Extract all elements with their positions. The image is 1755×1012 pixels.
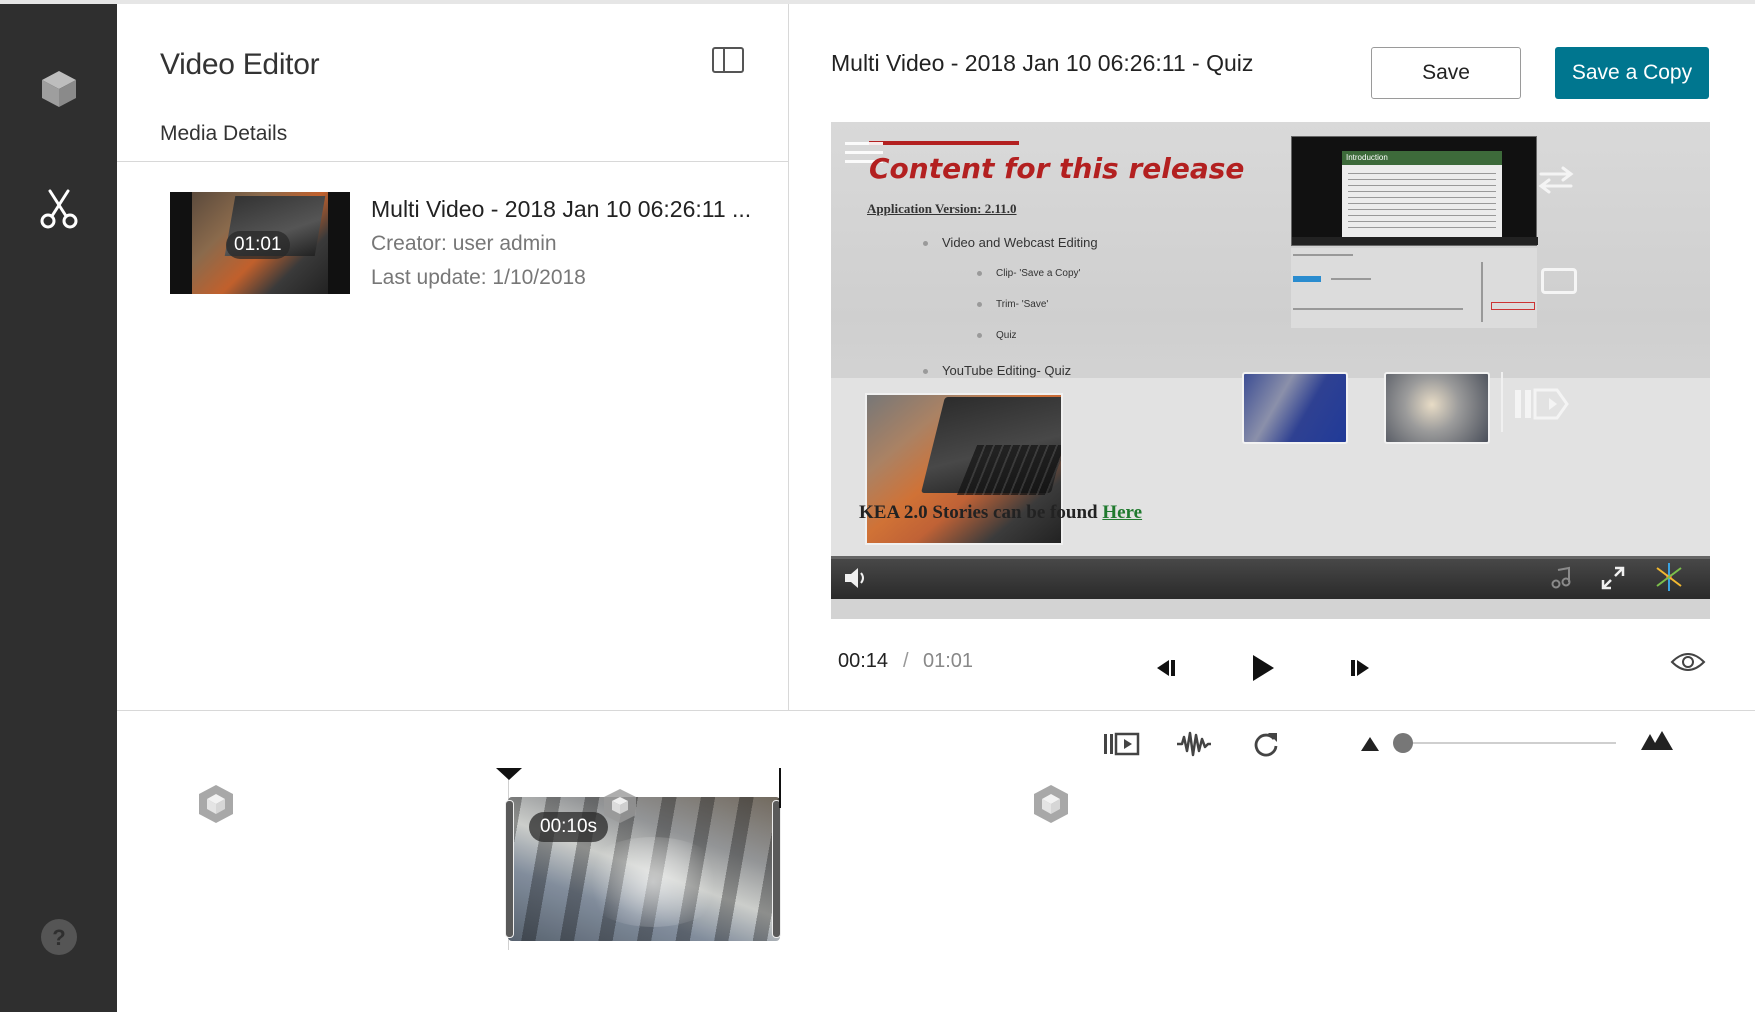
preview-panel: Multi Video - 2018 Jan 10 06:26:11 - Qui… <box>789 4 1755 710</box>
step-forward-icon <box>1351 660 1369 676</box>
clip-end-marker <box>779 768 781 808</box>
footer-link[interactable]: Here <box>1102 502 1142 523</box>
divider <box>117 710 1755 711</box>
sidebar: ? <box>0 4 117 1012</box>
media-last-update: Last update: 1/10/2018 <box>371 266 586 289</box>
help-button[interactable]: ? <box>0 892 117 982</box>
eye-icon <box>1670 653 1706 671</box>
refresh-icon <box>1254 733 1278 757</box>
zoom-slider-handle[interactable] <box>1393 733 1413 753</box>
page-title: Video Editor <box>160 48 320 81</box>
stream-thumbnail[interactable] <box>1384 372 1490 444</box>
step-back-icon <box>1157 660 1175 676</box>
kaltura-logo-icon <box>1656 563 1682 591</box>
audio-waveform-button[interactable] <box>1172 726 1216 762</box>
waveform-icon <box>1177 731 1211 757</box>
save-button[interactable]: Save <box>1371 47 1521 99</box>
filmstrip-icon <box>1104 732 1140 756</box>
switch-layout-icon[interactable] <box>1531 160 1581 200</box>
step-forward-button[interactable] <box>1345 654 1375 682</box>
svg-text:?: ? <box>52 925 65 950</box>
slide-bullet: Quiz <box>977 330 1017 341</box>
save-a-copy-button[interactable]: Save a Copy <box>1555 47 1709 99</box>
playhead-marker[interactable] <box>496 768 522 780</box>
cube-icon <box>604 789 636 823</box>
media-details-panel: Video Editor Media Details 01:01 Multi V… <box>117 4 789 710</box>
side-by-side-icon[interactable] <box>1511 384 1571 424</box>
slide-app-version: Application Version: 2.11.0 <box>867 201 1017 216</box>
trim-handle-right[interactable] <box>772 800 781 938</box>
play-button[interactable] <box>1245 650 1281 686</box>
divider <box>117 161 789 162</box>
media-name: Multi Video - 2018 Jan 10 06:26:11 ... <box>371 196 752 222</box>
volume-icon[interactable] <box>843 566 869 590</box>
audio-track-icon[interactable] <box>1551 566 1573 590</box>
divider <box>1501 372 1503 432</box>
clip-duration-badge: 00:10s <box>529 812 609 842</box>
cube-placeholder-icon <box>1034 785 1068 823</box>
preview-toggle-button[interactable] <box>1669 648 1707 676</box>
cube-placeholder-icon <box>199 785 233 823</box>
trim-handle-left[interactable] <box>505 800 514 938</box>
screen-recording-thumb: Introduction <box>1291 136 1538 246</box>
play-icon <box>1253 655 1274 681</box>
progress-track[interactable] <box>831 556 1710 559</box>
picture-in-picture-icon[interactable] <box>1541 268 1577 294</box>
slide-bullet: YouTube Editing- Quiz <box>923 363 1071 378</box>
total-time: 01:01 <box>923 650 974 672</box>
thumbnail-duration-badge: 01:01 <box>226 231 290 259</box>
slide-bullet: Clip- 'Save a Copy' <box>977 268 1080 279</box>
cube-icon <box>41 71 76 107</box>
screen-ui-capture <box>1291 248 1537 328</box>
screen-title: Introduction <box>1346 153 1388 162</box>
video-player[interactable]: Content for this release Application Ver… <box>831 122 1710 619</box>
sidebar-item-video-editor[interactable] <box>0 164 117 254</box>
sidebar-item-entries[interactable] <box>0 44 117 134</box>
panel-toggle-icon[interactable] <box>711 46 745 74</box>
question-icon: ? <box>40 919 77 955</box>
step-back-button[interactable] <box>1151 654 1181 682</box>
entry-title: Multi Video - 2018 Jan 10 06:26:11 - Qui… <box>831 50 1254 76</box>
player-control-bar <box>831 556 1710 599</box>
media-creator: Creator: user admin <box>371 232 557 255</box>
slide-bullet: Video and Webcast Editing <box>923 235 1098 250</box>
scissors-icon <box>40 189 77 229</box>
slide-footer: KEA 2.0 Stories can be found Here <box>859 502 1143 523</box>
media-thumbnail: 01:01 <box>170 192 350 294</box>
time-separator: / <box>903 650 909 672</box>
reset-button[interactable] <box>1246 726 1286 762</box>
zoom-in-icon[interactable] <box>1640 730 1674 752</box>
view-mode-button[interactable] <box>1100 726 1144 762</box>
zoom-out-icon[interactable] <box>1360 736 1380 752</box>
current-time: 00:14 <box>838 650 889 672</box>
zoom-slider-track[interactable] <box>1400 742 1616 744</box>
fullscreen-icon[interactable] <box>1601 566 1625 590</box>
stream-thumbnail[interactable] <box>1242 372 1348 444</box>
slide-heading: Content for this release <box>869 152 1245 185</box>
slide-accent-line <box>869 141 1019 145</box>
section-label: Media Details <box>160 122 288 145</box>
slide-bullet: Trim- 'Save' <box>977 299 1048 310</box>
